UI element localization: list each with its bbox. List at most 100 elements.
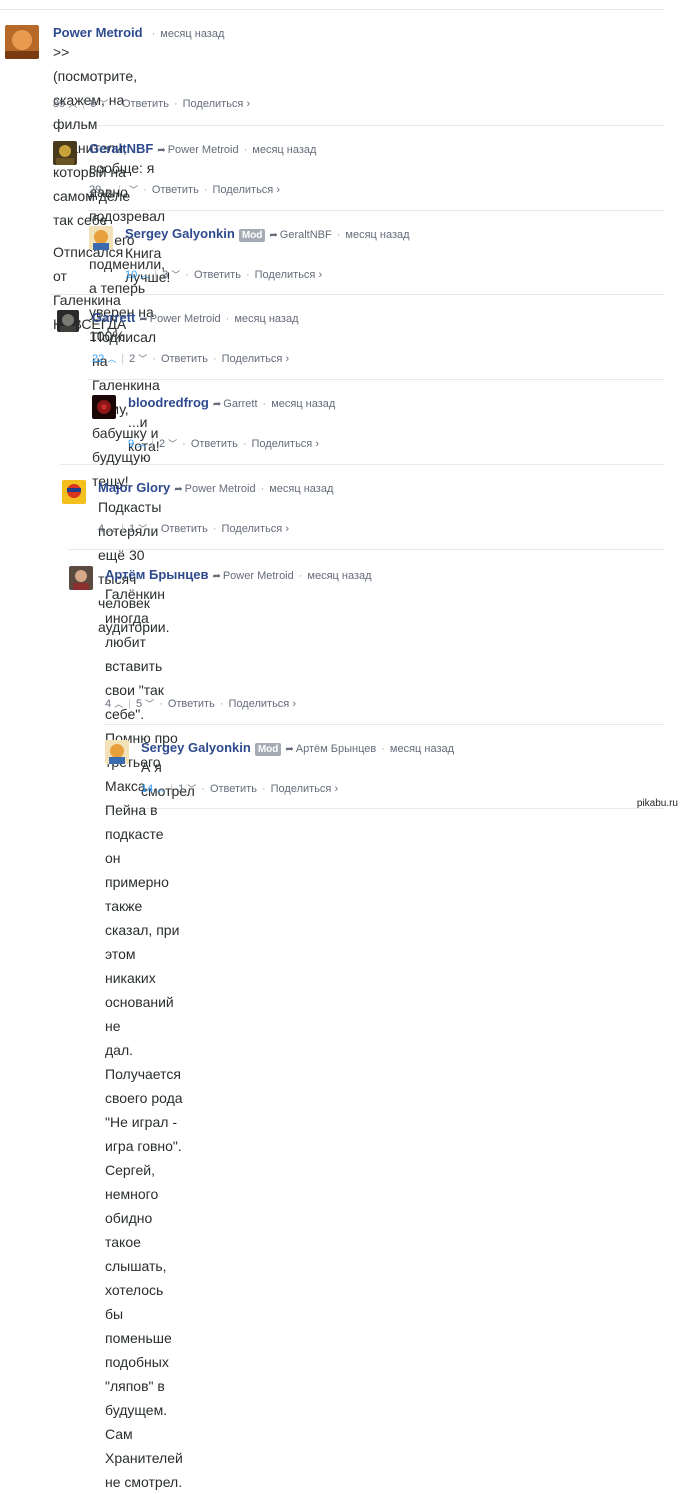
comment-actions: 89 ︿ | 6 ﹀ · Ответить · Поделиться › bbox=[53, 97, 250, 110]
avatar[interactable] bbox=[69, 566, 93, 590]
share-link[interactable]: Поделиться › bbox=[229, 698, 296, 710]
reply-to-name[interactable]: Power Metroid bbox=[150, 313, 221, 325]
author-name[interactable]: Garrett bbox=[92, 310, 135, 325]
separator-dot: · bbox=[185, 269, 189, 281]
upvote-button[interactable]: 22 ︿ bbox=[92, 353, 116, 365]
share-link[interactable]: Поделиться › bbox=[222, 523, 289, 535]
text-line: такое слышать, хотелось бы поменьше подо… bbox=[105, 1234, 172, 1442]
separator-dot: · bbox=[143, 184, 147, 196]
timestamp[interactable]: месяц назад bbox=[160, 28, 224, 40]
downvote-button[interactable]: 3 ﹀ bbox=[162, 269, 180, 281]
avatar[interactable] bbox=[89, 226, 113, 250]
divider bbox=[88, 379, 664, 380]
separator-dot: · bbox=[225, 313, 230, 325]
reply-to-name[interactable]: Power Metroid bbox=[223, 570, 294, 582]
watermark: pikabu.ru bbox=[636, 798, 678, 809]
comment-actions: 4 ︿ | 1 ﹀ · Ответить · Поделиться › bbox=[98, 522, 289, 535]
reply-link[interactable]: Ответить bbox=[161, 353, 208, 365]
comment-actions: 9 ︿ | 2 ﹀ · Ответить · Поделиться › bbox=[128, 437, 319, 450]
author-name[interactable]: bloodredfrog bbox=[128, 395, 209, 410]
upvote-button[interactable]: 14 ︿ bbox=[141, 783, 165, 795]
downvote-button[interactable]: 2 ﹀ bbox=[159, 438, 177, 450]
timestamp[interactable]: месяц назад bbox=[307, 570, 371, 582]
reply-to-name[interactable]: GeraltNBF bbox=[280, 229, 332, 241]
comment-meta: GeraltNBF ➦ Power Metroid · месяц назад bbox=[89, 141, 316, 156]
timestamp[interactable]: месяц назад bbox=[345, 229, 409, 241]
reply-link[interactable]: Ответить bbox=[210, 783, 257, 795]
chevron-up-icon: ︿ bbox=[107, 354, 117, 364]
comment-meta: Major Glory ➦ Power Metroid · месяц назад bbox=[98, 480, 333, 495]
author-name[interactable]: Major Glory bbox=[98, 480, 170, 495]
comment-meta: Sergey Galyonkin Mod ➦ GeraltNBF · месяц наза… bbox=[125, 226, 410, 242]
text-line: ...и кота! bbox=[128, 414, 160, 454]
comment-text: Книга лучше! bbox=[125, 241, 170, 289]
reply-link[interactable]: Ответить bbox=[194, 269, 241, 281]
downvote-button[interactable]: ﹀ bbox=[126, 184, 138, 196]
chevron-down-icon: ﹀ bbox=[168, 439, 178, 449]
downvote-count: 3 bbox=[162, 269, 169, 281]
share-link[interactable]: Поделиться › bbox=[255, 269, 322, 281]
avatar[interactable] bbox=[57, 310, 79, 332]
timestamp[interactable]: месяц назад bbox=[234, 313, 298, 325]
avatar[interactable] bbox=[62, 480, 86, 504]
upvote-button[interactable]: 4 ︿ bbox=[105, 698, 123, 710]
downvote-button[interactable]: 5 ﹀ bbox=[136, 698, 154, 710]
timestamp[interactable]: месяц назад bbox=[252, 144, 316, 156]
share-link[interactable]: Поделиться › bbox=[213, 184, 280, 196]
separator-dot: · bbox=[151, 28, 156, 40]
share-link[interactable]: Поделиться › bbox=[222, 353, 289, 365]
reply-link[interactable]: Ответить bbox=[161, 523, 208, 535]
upvote-button[interactable]: 89 ︿ bbox=[53, 98, 77, 110]
chevron-up-icon: ︿ bbox=[68, 99, 78, 109]
downvote-count: 6 bbox=[90, 98, 97, 110]
comment-text: Галёнкин иногда любит вставить свои "так… bbox=[105, 582, 183, 1494]
author-name[interactable]: GeraltNBF bbox=[89, 141, 153, 156]
separator-dot: · bbox=[182, 438, 186, 450]
comment-meta: Sergey Galyonkin Mod ➦ Артём Брынцев · месяц … bbox=[141, 740, 454, 756]
share-link[interactable]: Поделиться › bbox=[271, 783, 338, 795]
upvote-button[interactable]: 9 ︿ bbox=[128, 438, 146, 450]
reply-link[interactable]: Ответить bbox=[152, 184, 199, 196]
reply-arrow-icon: ➦ bbox=[269, 230, 278, 241]
timestamp[interactable]: месяц назад bbox=[271, 398, 335, 410]
timestamp[interactable]: месяц назад bbox=[269, 483, 333, 495]
vote-separator: | bbox=[121, 353, 125, 365]
downvote-button[interactable]: 6 ﹀ bbox=[90, 98, 108, 110]
author-name[interactable]: Артём Брынцев bbox=[105, 567, 208, 582]
moderator-badge: Mod bbox=[254, 743, 282, 756]
share-link[interactable]: Поделиться › bbox=[183, 98, 250, 110]
upvote-button[interactable]: 29 ︿ bbox=[89, 184, 113, 196]
reply-to-name[interactable]: Garrett bbox=[223, 398, 257, 410]
avatar[interactable] bbox=[53, 141, 77, 165]
reply-to-name[interactable]: Power Metroid bbox=[168, 144, 239, 156]
downvote-button[interactable]: 1 ﹀ bbox=[178, 783, 196, 795]
reply-link[interactable]: Ответить bbox=[191, 438, 238, 450]
separator-dot: · bbox=[261, 783, 266, 795]
share-link[interactable]: Поделиться › bbox=[252, 438, 319, 450]
avatar[interactable] bbox=[92, 395, 116, 419]
upvote-count: 22 bbox=[92, 353, 105, 365]
reply-to-name[interactable]: Power Metroid bbox=[185, 483, 256, 495]
reply-link[interactable]: Ответить bbox=[168, 698, 215, 710]
reply-link[interactable]: Ответить bbox=[122, 98, 169, 110]
author-name[interactable]: Power Metroid bbox=[53, 25, 143, 40]
timestamp[interactable]: месяц назад bbox=[390, 743, 454, 755]
reply-to-name[interactable]: Артём Брынцев bbox=[296, 743, 376, 755]
comment-text: А я смотрел bbox=[141, 755, 195, 803]
upvote-count: 4 bbox=[105, 698, 112, 710]
divider bbox=[50, 125, 664, 126]
downvote-button[interactable]: 1 ﹀ bbox=[129, 523, 147, 535]
downvote-button[interactable]: 2 ﹀ bbox=[129, 353, 147, 365]
avatar[interactable] bbox=[5, 25, 39, 59]
author-name[interactable]: Sergey Galyonkin bbox=[141, 740, 251, 755]
vote-separator: | bbox=[82, 98, 86, 110]
downvote-count: 5 bbox=[136, 698, 143, 710]
upvote-count: 10 bbox=[125, 269, 138, 281]
author-name[interactable]: Sergey Galyonkin bbox=[125, 226, 235, 241]
upvote-button[interactable]: 10 ︿ bbox=[125, 269, 149, 281]
upvote-count: 89 bbox=[53, 98, 66, 110]
upvote-button[interactable]: 4 ︿ bbox=[98, 523, 116, 535]
avatar[interactable] bbox=[105, 740, 129, 764]
separator-dot: · bbox=[219, 698, 224, 710]
separator-dot: · bbox=[201, 783, 205, 795]
